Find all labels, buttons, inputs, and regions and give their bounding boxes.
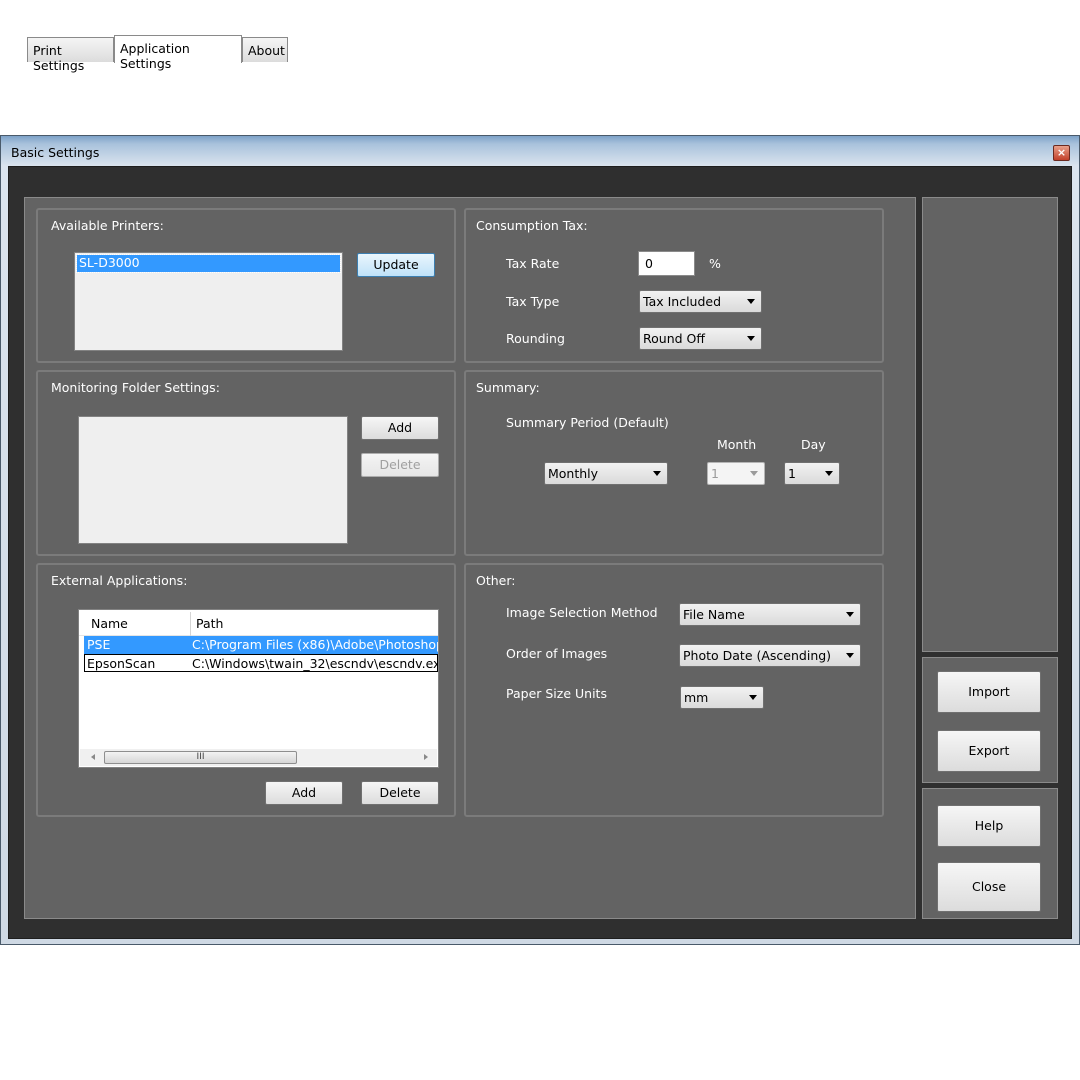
tax-rate-input[interactable]: 0 [638, 251, 695, 276]
order-of-images-select[interactable]: Photo Date (Ascending) [679, 644, 861, 667]
printer-list-item[interactable]: SL-D3000 [76, 254, 341, 273]
chevron-down-icon [747, 299, 755, 304]
help-button[interactable]: Help [937, 805, 1041, 847]
table-row[interactable]: PSE C:\Program Files (x86)\Adobe\Photosh… [84, 636, 438, 654]
month-label: Month [717, 437, 757, 452]
chevron-down-icon [749, 695, 757, 700]
tax-type-select[interactable]: Tax Included [639, 290, 762, 313]
rounding-value: Round Off [643, 331, 705, 346]
chevron-down-icon [846, 653, 854, 658]
month-value: 1 [711, 466, 719, 481]
scrollbar-thumb[interactable]: III [104, 751, 297, 764]
column-header-path[interactable]: Path [196, 616, 223, 631]
external-applications-label: External Applications: [51, 573, 188, 588]
paper-size-units-value: mm [684, 690, 709, 705]
chevron-down-icon [747, 336, 755, 341]
window-close-icon[interactable]: × [1053, 145, 1070, 161]
tax-type-label: Tax Type [506, 294, 560, 309]
scroll-left-icon[interactable] [91, 754, 95, 760]
external-applications-grid[interactable]: Name Path PSE C:\Program Files (x86)\Ado… [78, 609, 439, 768]
row-path: C:\Windows\twain_32\escndv\escndv.exe [192, 656, 438, 671]
preview-panel [922, 197, 1058, 652]
monitoring-add-button[interactable]: Add [361, 416, 439, 440]
title-bar[interactable]: Basic Settings × [1, 136, 1079, 166]
day-label: Day [801, 437, 826, 452]
chevron-down-icon [825, 471, 833, 476]
day-select[interactable]: 1 [784, 462, 840, 485]
grid-header [79, 610, 438, 636]
summary-period-label: Summary Period (Default) [506, 415, 669, 430]
tax-rate-label: Tax Rate [506, 256, 560, 271]
tab-about[interactable]: About [242, 37, 288, 62]
scroll-right-icon[interactable] [424, 754, 428, 760]
paper-size-units-select[interactable]: mm [680, 686, 764, 709]
day-value: 1 [788, 466, 796, 481]
monitoring-delete-button[interactable]: Delete [361, 453, 439, 477]
order-of-images-label: Order of Images [506, 646, 608, 661]
printer-listbox[interactable]: SL-D3000 [74, 252, 343, 351]
paper-size-units-label: Paper Size Units [506, 686, 607, 701]
row-path: C:\Program Files (x86)\Adobe\Photoshop E… [192, 637, 438, 652]
window-title: Basic Settings [11, 145, 100, 160]
consumption-tax-label: Consumption Tax: [476, 218, 588, 233]
order-of-images-value: Photo Date (Ascending) [683, 648, 832, 663]
close-button[interactable]: Close [937, 862, 1041, 912]
tab-application-settings[interactable]: Application Settings [114, 35, 242, 71]
monitoring-folder-label: Monitoring Folder Settings: [51, 380, 220, 395]
chevron-down-icon [846, 612, 854, 617]
export-button[interactable]: Export [937, 730, 1041, 772]
horizontal-scrollbar[interactable]: III [80, 749, 437, 766]
rounding-label: Rounding [506, 331, 565, 346]
available-printers-label: Available Printers: [51, 218, 164, 233]
image-selection-value: File Name [683, 607, 745, 622]
image-selection-label: Image Selection Method [506, 605, 658, 620]
table-row[interactable]: EpsonScan C:\Windows\twain_32\escndv\esc… [84, 654, 438, 672]
column-header-name[interactable]: Name [91, 616, 128, 631]
external-delete-button[interactable]: Delete [361, 781, 439, 805]
external-add-button[interactable]: Add [265, 781, 343, 805]
rounding-select[interactable]: Round Off [639, 327, 762, 350]
summary-period-value: Monthly [548, 466, 599, 481]
chevron-down-icon [653, 471, 661, 476]
chevron-down-icon [750, 471, 758, 476]
other-label: Other: [476, 573, 516, 588]
row-name: PSE [87, 637, 111, 652]
row-name: EpsonScan [87, 656, 156, 671]
image-selection-select[interactable]: File Name [679, 603, 861, 626]
tax-rate-unit: % [709, 256, 721, 271]
summary-label: Summary: [476, 380, 540, 395]
update-button[interactable]: Update [357, 253, 435, 277]
import-button[interactable]: Import [937, 671, 1041, 713]
tax-type-value: Tax Included [643, 294, 722, 309]
monitoring-folder-listbox[interactable] [78, 416, 348, 544]
month-select[interactable]: 1 [707, 462, 765, 485]
tab-print-settings[interactable]: Print Settings [27, 37, 114, 73]
summary-period-select[interactable]: Monthly [544, 462, 668, 485]
